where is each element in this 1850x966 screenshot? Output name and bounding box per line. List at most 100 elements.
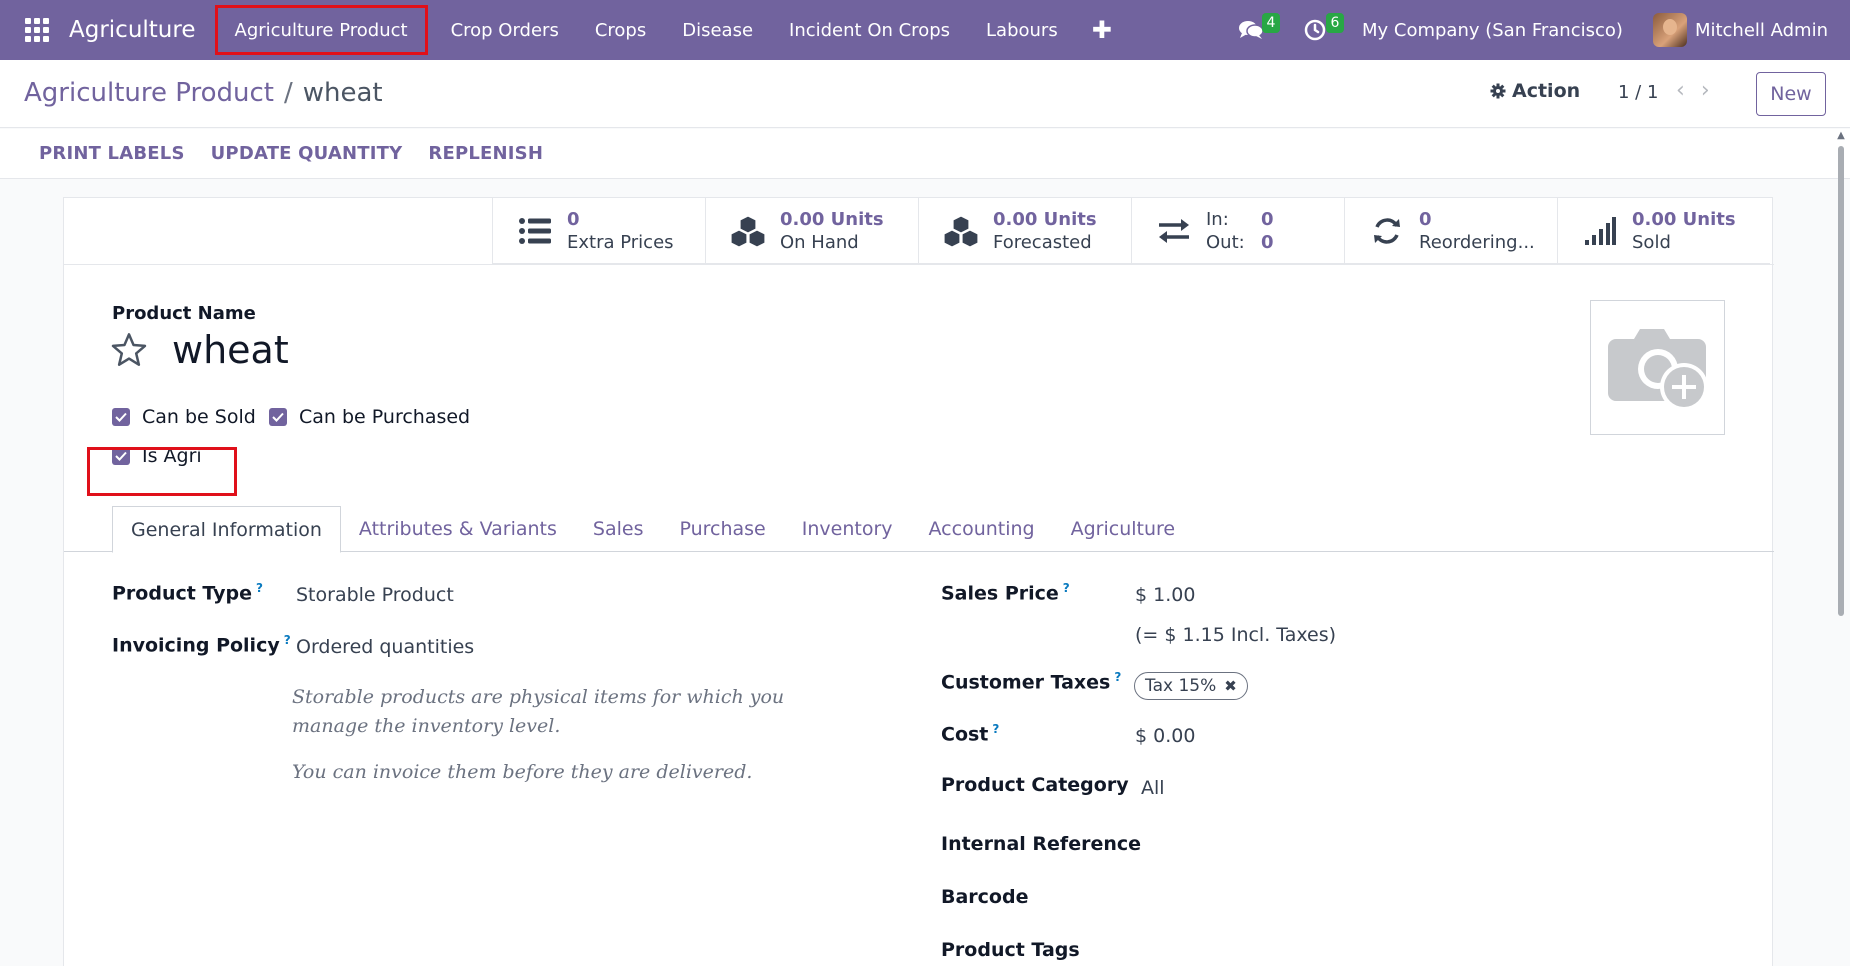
can-be-purchased-checkbox[interactable]: Can be Purchased (269, 406, 470, 428)
print-labels-button[interactable]: PRINT LABELS (26, 143, 198, 164)
messages-button[interactable]: 4 (1234, 13, 1280, 47)
navbar-systray: 4 6 My Company (San Francisco) Mitchell … (1234, 0, 1850, 60)
messages-count-badge: 4 (1261, 13, 1280, 33)
add-menu-plus-icon[interactable]: ✚ (1076, 16, 1128, 44)
extra-prices-button[interactable]: 0 Extra Prices (492, 198, 705, 264)
sales-price-label: Sales Price? (941, 581, 1070, 605)
forecasted-value: 0.00 Units (993, 209, 1097, 230)
tab-sales[interactable]: Sales (575, 506, 662, 552)
product-type-help-text: Storable products are physical items for… (292, 686, 785, 737)
tax-tag[interactable]: Tax 15% ✖ (1134, 672, 1248, 700)
on-hand-value: 0.00 Units (780, 209, 884, 230)
forecasted-label: Forecasted (993, 232, 1092, 253)
can-be-sold-checkbox[interactable]: Can be Sold (112, 406, 256, 428)
help-tooltip-icon[interactable]: ? (1114, 670, 1121, 684)
sold-button[interactable]: 0.00 Units Sold (1557, 198, 1770, 264)
activities-button[interactable]: 6 (1298, 13, 1344, 47)
on-hand-label: On Hand (780, 232, 859, 253)
breadcrumb-parent-link[interactable]: Agriculture Product (24, 78, 274, 108)
page-scrollbar[interactable]: ▲ (1836, 130, 1846, 966)
tab-agriculture[interactable]: Agriculture (1053, 506, 1194, 552)
tab-purchase[interactable]: Purchase (661, 506, 783, 552)
breadcrumb-separator: / (283, 78, 293, 108)
tab-inventory[interactable]: Inventory (784, 506, 911, 552)
camera-add-icon (1607, 328, 1708, 411)
pager-arrows: ‹ › (1676, 78, 1710, 103)
barcode-label: Barcode (941, 886, 1029, 908)
product-image-upload[interactable] (1590, 300, 1725, 435)
forecasted-button[interactable]: 0.00 Units Forecasted (918, 198, 1131, 264)
checkbox-checked-icon (269, 408, 287, 426)
product-category-label: Product Category (941, 774, 1129, 796)
in-value: 0 (1261, 209, 1274, 230)
can-be-purchased-label: Can be Purchased (299, 406, 471, 428)
in-label: In: (1206, 209, 1229, 230)
tab-general-information[interactable]: General Information (112, 506, 341, 553)
user-avatar[interactable] (1652, 13, 1687, 47)
tab-accounting[interactable]: Accounting (911, 506, 1053, 552)
sold-value: 0.00 Units (1632, 209, 1736, 230)
exchange-arrows-icon (1156, 215, 1192, 247)
menu-crop-orders[interactable]: Crop Orders (433, 0, 577, 60)
cubes-icon (943, 215, 979, 247)
update-quantity-button[interactable]: UPDATE QUANTITY (198, 143, 416, 164)
invoicing-policy-field[interactable]: Ordered quantities (296, 636, 474, 658)
help-tooltip-icon[interactable]: ? (284, 633, 291, 647)
app-name[interactable]: Agriculture (69, 17, 196, 43)
reordering-value: 0 (1419, 209, 1432, 230)
help-tooltip-icon[interactable]: ? (256, 581, 263, 595)
cost-field[interactable]: $ 0.00 (1135, 725, 1195, 747)
signal-bars-icon (1582, 215, 1618, 247)
pager-value[interactable]: 1 / 1 (1618, 82, 1658, 103)
clock-icon (1304, 19, 1326, 41)
product-tags-label: Product Tags (941, 939, 1080, 961)
tab-attributes-variants[interactable]: Attributes & Variants (341, 506, 575, 552)
form-header-buttons: PRINT LABELS UPDATE QUANTITY REPLENISH (0, 129, 1850, 179)
menu-agriculture-product[interactable]: Agriculture Product (210, 0, 433, 60)
action-menu-button[interactable]: Action (1490, 80, 1580, 102)
chat-icon (1238, 21, 1264, 39)
sold-label: Sold (1632, 232, 1671, 253)
help-tooltip-icon[interactable]: ? (992, 722, 999, 736)
list-icon (517, 215, 553, 247)
incl-taxes-text: (= $ 1.15 Incl. Taxes) (1135, 624, 1337, 646)
pager-next-icon[interactable]: › (1701, 78, 1710, 103)
apps-grid-icon[interactable] (25, 18, 49, 42)
scroll-up-icon[interactable]: ▲ (1836, 130, 1846, 141)
breadcrumb-current: wheat (302, 78, 383, 108)
menu-incident-on-crops[interactable]: Incident On Crops (771, 0, 968, 60)
replenish-button[interactable]: REPLENISH (415, 143, 556, 164)
stat-bar-divider (64, 264, 1774, 265)
company-switcher[interactable]: My Company (San Francisco) (1362, 20, 1623, 41)
product-type-field[interactable]: Storable Product (296, 584, 454, 606)
activities-count-badge: 6 (1325, 13, 1344, 33)
top-navbar: Agriculture Agriculture Product Crop Ord… (0, 0, 1850, 60)
customer-taxes-label: Customer Taxes? (941, 670, 1122, 694)
pager-previous-icon[interactable]: ‹ (1676, 78, 1685, 103)
scroll-thumb[interactable] (1838, 146, 1844, 616)
menu-labours[interactable]: Labours (968, 0, 1076, 60)
in-out-button[interactable]: In: 0 Out: 0 (1131, 198, 1344, 264)
reordering-button[interactable]: 0 Reordering... (1344, 198, 1557, 264)
breadcrumb: Agriculture Product / wheat (24, 78, 383, 108)
is-agri-highlight (87, 447, 237, 496)
new-button[interactable]: New (1756, 72, 1826, 116)
menu-crops[interactable]: Crops (577, 0, 664, 60)
form-sheet: 0 Extra Prices 0.00 Units On Hand 0.00 U… (63, 197, 1774, 966)
extra-prices-label: Extra Prices (567, 232, 674, 253)
favorite-star-icon[interactable] (110, 332, 148, 372)
invoicing-help-text: You can invoice them before they are del… (292, 761, 753, 783)
sales-price-field[interactable]: $ 1.00 (1135, 584, 1195, 606)
product-type-label: Product Type? (112, 581, 263, 605)
help-tooltip-icon[interactable]: ? (1063, 581, 1070, 595)
menu-disease[interactable]: Disease (664, 0, 771, 60)
on-hand-button[interactable]: 0.00 Units On Hand (705, 198, 918, 264)
action-label: Action (1512, 80, 1581, 102)
product-category-field[interactable]: All (1141, 777, 1165, 799)
product-name-field[interactable]: wheat (172, 328, 289, 372)
can-be-sold-label: Can be Sold (142, 406, 256, 428)
user-menu[interactable]: Mitchell Admin (1695, 20, 1828, 41)
remove-tag-icon[interactable]: ✖ (1224, 677, 1237, 695)
extra-prices-value: 0 (567, 209, 580, 230)
control-panel: Agriculture Product / wheat Action 1 / 1… (0, 60, 1850, 128)
